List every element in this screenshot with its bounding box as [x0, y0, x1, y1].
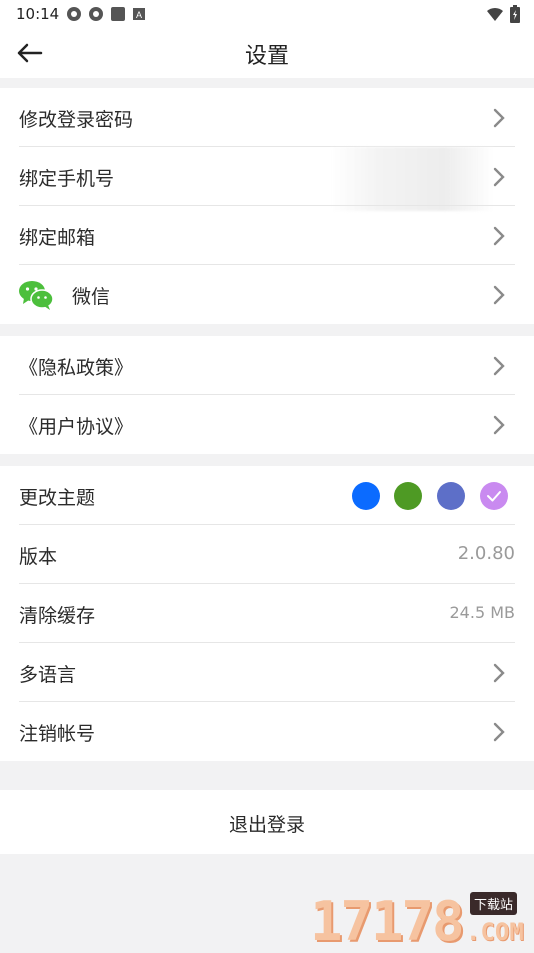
- bind-phone-row[interactable]: 绑定手机号: [0, 147, 534, 211]
- row-label: 《用户协议》: [19, 416, 134, 438]
- deactivate-account-row[interactable]: 注销帐号: [0, 702, 534, 761]
- watermark-tag: 下载站: [470, 892, 518, 915]
- chevron-right-icon: [493, 285, 505, 305]
- cache-size-value: 24.5 MB: [449, 603, 516, 622]
- general-section: 更改主题 版本 2.0.80 清除缓存 24.5 MB 多语言 注销帐号: [0, 466, 534, 761]
- a-icon: A: [133, 8, 145, 20]
- theme-color-purple[interactable]: [480, 482, 508, 510]
- clear-cache-row[interactable]: 清除缓存 24.5 MB: [0, 584, 534, 643]
- row-label: 绑定邮箱: [19, 227, 96, 249]
- chevron-right-icon: [493, 167, 505, 187]
- square-icon: [111, 7, 125, 21]
- chevron-right-icon: [493, 663, 505, 683]
- chevron-right-icon: [493, 722, 505, 742]
- row-label: 绑定手机号: [19, 168, 115, 190]
- settings-app-icon: [89, 7, 103, 21]
- chevron-right-icon: [493, 415, 505, 435]
- svg-text:A: A: [136, 10, 142, 20]
- wifi-icon: [487, 7, 503, 21]
- theme-row: 更改主题: [0, 466, 534, 525]
- version-value: 2.0.80: [457, 543, 515, 564]
- row-label: 《隐私政策》: [19, 357, 134, 379]
- page-title: 设置: [244, 44, 289, 69]
- logout-label: 退出登录: [228, 814, 305, 836]
- app-bar: 设置: [0, 28, 534, 78]
- version-row: 版本 2.0.80: [0, 525, 534, 584]
- status-time: 10:14: [16, 5, 60, 23]
- theme-color-blue[interactable]: [352, 482, 380, 510]
- theme-color-indigo[interactable]: [437, 482, 465, 510]
- wechat-icon: [19, 281, 54, 310]
- watermark-suffix: .COM: [466, 918, 524, 946]
- bind-email-row[interactable]: 绑定邮箱: [0, 206, 534, 265]
- battery-icon: [510, 5, 520, 23]
- user-agreement-row[interactable]: 《用户协议》: [0, 395, 534, 454]
- blurred-phone-value: [330, 147, 494, 211]
- status-bar: 10:14 A: [0, 0, 534, 28]
- row-label: 微信: [72, 286, 111, 308]
- theme-color-green[interactable]: [394, 482, 422, 510]
- wechat-row[interactable]: 微信: [0, 265, 534, 324]
- row-label: 修改登录密码: [19, 109, 134, 131]
- settings-app-icon: [67, 7, 81, 21]
- policy-section: 《隐私政策》 《用户协议》: [0, 336, 534, 454]
- row-label: 版本: [19, 546, 58, 568]
- row-label: 多语言: [19, 664, 77, 686]
- row-label: 清除缓存: [19, 605, 96, 627]
- status-system-icons: [486, 5, 520, 23]
- privacy-policy-row[interactable]: 《隐私政策》: [0, 336, 534, 395]
- status-notification-icons: A: [66, 6, 146, 22]
- chevron-right-icon: [493, 226, 505, 246]
- watermark-logo: 17178: [310, 890, 465, 953]
- account-section: 修改登录密码 绑定手机号 绑定邮箱 微信: [0, 88, 534, 324]
- row-label: 注销帐号: [19, 723, 96, 745]
- chevron-right-icon: [493, 108, 505, 128]
- check-icon: [487, 491, 501, 502]
- language-row[interactable]: 多语言: [0, 643, 534, 702]
- row-label: 更改主题: [19, 487, 96, 509]
- logout-button[interactable]: 退出登录: [0, 790, 534, 854]
- chevron-right-icon: [493, 356, 505, 376]
- change-password-row[interactable]: 修改登录密码: [0, 88, 534, 147]
